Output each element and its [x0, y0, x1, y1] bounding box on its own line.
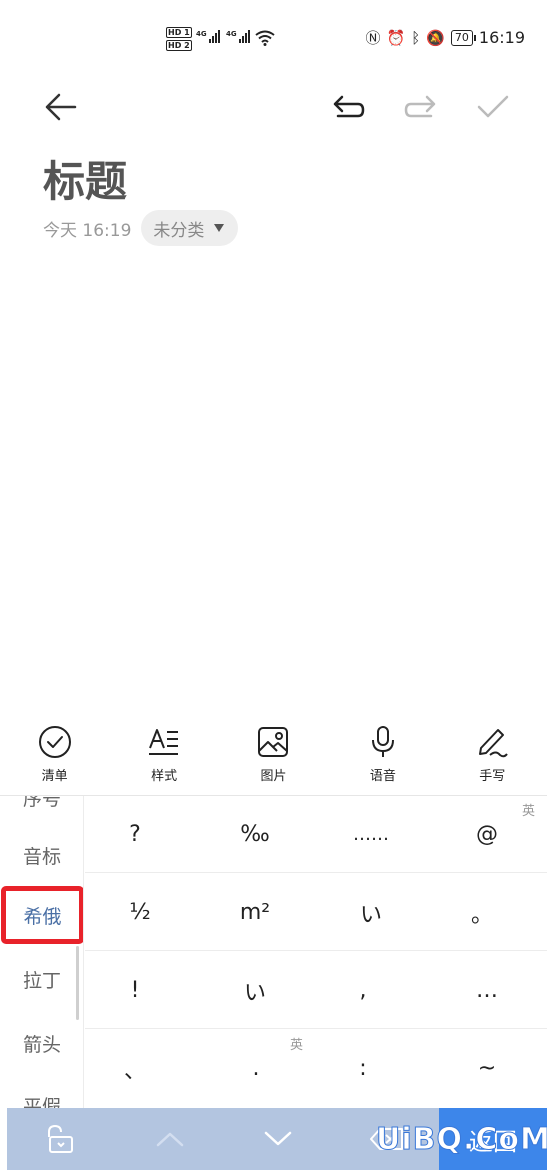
symbol-key[interactable]: ! — [85, 952, 185, 1029]
mute-icon: 🔕 — [426, 28, 445, 47]
insert-image-button[interactable]: 图片 — [233, 716, 313, 795]
symbol-key[interactable]: …… — [321, 796, 421, 873]
status-right: Ⓝ ⏰ ᛒ 🔕 70 16:19 — [365, 28, 525, 47]
symbol-key[interactable]: ~ — [437, 1030, 537, 1107]
sim-indicators: HD 1 HD 2 — [166, 27, 192, 53]
status-time: 16:19 — [478, 28, 525, 47]
sim-1-label: HD 1 — [166, 27, 192, 38]
symbol-key[interactable]: , — [313, 952, 413, 1029]
chevron-up-icon — [156, 1132, 184, 1147]
text-style-button[interactable]: 样式 — [124, 716, 204, 795]
handwriting-label: 手写 — [479, 769, 506, 784]
category-latin[interactable]: 拉丁 — [0, 966, 83, 993]
signal-1-icon: 4G — [196, 30, 220, 43]
category-dropdown[interactable]: 未分类 — [141, 210, 239, 246]
symbol-row: ½ m² い 。 — [85, 874, 547, 951]
category-hiragana[interactable]: 平假 — [0, 1092, 83, 1108]
symbol-key[interactable]: 、 — [85, 1030, 185, 1107]
redo-button[interactable] — [398, 85, 442, 129]
symbol-row: ? ‰ …… @ — [85, 796, 547, 873]
alarm-icon: ⏰ — [386, 28, 406, 47]
image-icon — [258, 727, 289, 757]
symbol-key[interactable]: い — [321, 874, 421, 951]
save-button[interactable] — [471, 85, 515, 129]
symbol-keyboard: 序号 音标 希俄 拉丁 箭头 平假 英 英 ? ‰ …… @ ½ m² い 。 … — [0, 796, 547, 1108]
symbol-key[interactable]: @ — [437, 796, 537, 873]
symbol-row: 、 . : ~ — [85, 1030, 547, 1107]
category-arrows[interactable]: 箭头 — [0, 1030, 83, 1057]
symbol-key[interactable]: ‰ — [205, 796, 305, 873]
voice-label: 语音 — [369, 769, 396, 784]
watermark-logo: UiBQ.CoM — [376, 1122, 547, 1158]
symbol-row: ! い , … — [85, 952, 547, 1029]
handwriting-button[interactable]: 手写 — [452, 716, 532, 795]
undo-icon — [333, 95, 365, 118]
redo-icon — [404, 95, 436, 118]
symbol-key[interactable]: ? — [85, 796, 185, 873]
note-timestamp: 今天 16:19 — [43, 220, 132, 241]
battery-indicator: 70 — [450, 29, 476, 46]
checklist-icon — [38, 726, 71, 758]
nfc-icon: Ⓝ — [365, 28, 381, 47]
symbol-key[interactable]: い — [205, 952, 305, 1029]
symbol-key[interactable]: … — [437, 952, 537, 1029]
microphone-icon — [371, 726, 394, 757]
caret-down-icon — [214, 224, 225, 232]
network-1-label: 4G — [196, 30, 207, 38]
undo-button[interactable] — [327, 85, 371, 129]
network-2-label: 4G — [226, 30, 237, 38]
checklist-label: 清单 — [41, 769, 68, 784]
symbol-key[interactable]: . — [206, 1030, 306, 1107]
symbol-key[interactable]: m² — [205, 874, 305, 951]
collapse-keyboard-button[interactable] — [253, 1108, 303, 1170]
move-up-button[interactable] — [145, 1108, 195, 1170]
back-arrow-icon — [45, 93, 77, 121]
category-phonetic[interactable]: 音标 — [0, 842, 83, 869]
back-button[interactable] — [38, 85, 82, 129]
voice-button[interactable]: 语音 — [343, 716, 423, 795]
category-greek-russian[interactable]: 希俄 — [1, 886, 83, 944]
symbol-category-list[interactable]: 序号 音标 希俄 拉丁 箭头 平假 — [0, 796, 84, 1108]
text-style-icon — [149, 729, 179, 755]
checklist-button[interactable]: 清单 — [15, 716, 95, 795]
bluetooth-icon: ᛒ — [411, 28, 421, 47]
editor-toolbar — [0, 85, 547, 129]
note-title[interactable]: 标题 — [43, 148, 127, 209]
image-label: 图片 — [260, 769, 287, 784]
lock-button[interactable] — [35, 1108, 85, 1170]
category-label: 未分类 — [153, 220, 205, 241]
check-icon — [477, 95, 509, 118]
wifi-icon — [255, 30, 275, 46]
note-meta: 今天 16:19 未分类 — [43, 210, 239, 246]
chevron-down-icon — [264, 1131, 292, 1146]
symbol-key[interactable]: 。 — [432, 874, 532, 951]
format-bar: 清单 样式 图片 语音 手写 — [0, 716, 547, 796]
handwriting-icon — [479, 729, 509, 758]
status-bar: HD 1 HD 2 4G 4G Ⓝ ⏰ ᛒ 🔕 70 16:19 — [0, 0, 547, 80]
lock-icon — [48, 1124, 73, 1153]
symbol-key[interactable]: ½ — [90, 874, 190, 951]
symbol-grid: 英 英 ? ‰ …… @ ½ m² い 。 ! い , … 、 . : ~ — [85, 796, 547, 1108]
category-scrollbar[interactable] — [76, 946, 79, 1020]
text-style-label: 样式 — [151, 769, 178, 784]
sim-2-label: HD 2 — [166, 40, 192, 51]
symbol-key[interactable]: : — [313, 1030, 413, 1107]
category-serial[interactable]: 序号 — [0, 796, 83, 811]
signal-2-icon: 4G — [226, 30, 250, 43]
